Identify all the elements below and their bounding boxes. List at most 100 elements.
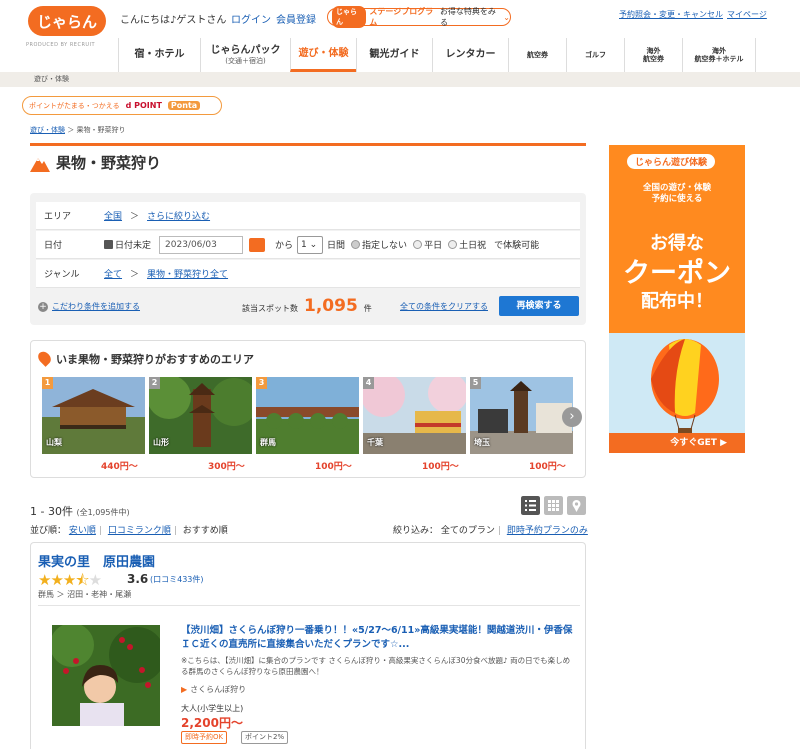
ad-headline-2: クーポン	[623, 258, 731, 289]
sort-recommended: おすすめ順	[182, 526, 228, 536]
plan-price: 2,200円〜	[181, 716, 243, 730]
ad-headline-3: 配布中！	[641, 291, 713, 312]
ad-logo: じゃらん遊び体験	[627, 154, 716, 169]
ponta-logo: Ponta	[167, 101, 201, 110]
area-card-gunma[interactable]: 3 群馬	[256, 377, 359, 454]
reservation-link[interactable]: 予約照会・変更・キャンセル	[619, 9, 723, 20]
nav-golf[interactable]: ゴルフ	[566, 38, 624, 72]
date-row: 日付 日付未定 2023/06/03 から 1 ⌄ 日間 指定しない 平日 土日…	[36, 231, 580, 259]
breadcrumb-current: 果物・野菜狩り	[76, 126, 126, 134]
list-view-icon[interactable]	[521, 496, 540, 515]
filter-options: 絞り込み： 全てのプラン | 即時予約プランのみ	[393, 526, 588, 536]
radio-none[interactable]	[351, 240, 361, 249]
area-card-yamagata[interactable]: 2 山形	[149, 377, 252, 454]
area-price: 100円〜	[422, 462, 459, 472]
area-all-link[interactable]: 全国	[104, 209, 122, 222]
logo-subtitle: PRODUCED BY RECRUIT	[26, 42, 96, 48]
ad-text: 全国の遊び・体験 予約に使える	[642, 183, 711, 205]
nav-sightseeing[interactable]: 観光ガイド	[356, 38, 432, 72]
result-count: 該当スポット数 1,095 件	[242, 296, 372, 316]
mypage-link[interactable]: マイページ	[727, 9, 767, 20]
coupon-ad-banner[interactable]: じゃらん遊び体験 全国の遊び・体験 予約に使える お得な クーポン 配布中！ 今す…	[609, 145, 745, 453]
area-price: 440円〜	[101, 462, 138, 472]
area-price: 300円〜	[208, 462, 245, 472]
login-link[interactable]: ログイン	[231, 11, 271, 26]
dpoint-logo: d POINT	[125, 101, 162, 110]
genre-all-link[interactable]: 全て	[104, 267, 122, 280]
instant-booking-tag: 即時予約OK	[181, 731, 228, 744]
add-condition-link[interactable]: + こだわり条件を追加する	[38, 301, 140, 312]
area-card-chiba[interactable]: 4 千葉	[363, 377, 466, 454]
date-input[interactable]: 2023/06/03	[159, 235, 244, 254]
review-count-link[interactable]: (口コミ433件)	[150, 574, 204, 585]
nav-overseas-air-hotel[interactable]: 海外 航空券＋ホテル	[682, 38, 756, 72]
plan-title-link[interactable]: 【渋川畑】さくらんぼ狩り一番乗り！！«5/27〜6/11»高級果実堪能！関越道渋…	[181, 624, 576, 652]
grid-view-icon[interactable]	[544, 496, 563, 515]
points-banner[interactable]: ポイントがたまる・つかえる d POINT Ponta	[22, 96, 222, 115]
points-tag: ポイント2%	[241, 731, 289, 744]
clear-conditions-link[interactable]: 全ての条件をクリアする	[400, 301, 488, 312]
genre-value-link[interactable]: 果物・野菜狩り全て	[147, 267, 228, 280]
days-select[interactable]: 1 ⌄	[297, 235, 324, 254]
calendar-icon[interactable]	[249, 237, 266, 252]
mountain-icon	[30, 157, 50, 172]
genre-row: ジャンル 全て ＞ 果物・野菜狩り全て	[36, 260, 580, 288]
location-pin-icon	[35, 349, 54, 367]
area-row: エリア 全国 ＞ さらに絞り込む	[36, 202, 580, 230]
filter-all: 全てのプラン	[440, 526, 495, 536]
nav-rental-car[interactable]: レンタカー	[432, 38, 508, 72]
breadcrumb: 遊び・体験 ＞ 果物・野菜狩り	[30, 126, 126, 134]
result-card: 果実の里 原田農園 ★★★⯪★ 3.6 (口コミ433件) 群馬 ＞ 沼田・老神…	[30, 542, 586, 749]
nav-air[interactable]: 航空券	[508, 38, 566, 72]
map-view-icon[interactable]	[567, 496, 586, 515]
plan-category: ▶ さくらんぼ狩り	[181, 685, 247, 694]
title-divider	[30, 143, 586, 146]
nav-jalan-pack[interactable]: じゃらんパック (交通＋宿泊)	[200, 38, 290, 72]
sort-reviews[interactable]: 口コミランク順	[108, 526, 171, 536]
chevron-down-icon: ⌄	[503, 12, 510, 22]
area-refine-link[interactable]: さらに絞り込む	[147, 209, 210, 222]
filter-instant[interactable]: 即時予約プランのみ	[507, 526, 588, 536]
recommended-areas: いま果物・野菜狩りがおすすめのエリア 1 山梨 2 山形 3 群馬 4 千葉 5…	[30, 340, 586, 478]
spot-name-link[interactable]: 果実の里 原田農園	[38, 551, 155, 570]
area-price: 100円〜	[315, 462, 352, 472]
stage-benefit-label: お得な特典をみる	[439, 7, 496, 27]
rating-value: 3.6	[127, 572, 149, 586]
nav-activities[interactable]: 遊び・体験	[290, 38, 356, 72]
nav-hotel[interactable]: 宿・ホテル	[118, 38, 200, 72]
ad-cta-button[interactable]: 今すぐGET ▶	[609, 433, 745, 453]
register-link[interactable]: 会員登録	[276, 11, 316, 26]
radio-weekday[interactable]	[413, 240, 423, 249]
plan-description: ※こちらは、【渋川畑】に集合のプランです さくらんぼ狩り・高級果実さくらんぼ30…	[181, 656, 571, 677]
sort-cheap[interactable]: 安い順	[69, 526, 96, 536]
area-price: 100円〜	[529, 462, 566, 472]
global-nav: 宿・ホテル じゃらんパック (交通＋宿泊) 遊び・体験 観光ガイド レンタカー 航…	[118, 38, 756, 72]
plan-photo[interactable]	[52, 625, 160, 726]
recommended-title: いま果物・野菜狩りがおすすめのエリア	[35, 349, 254, 367]
jalan-logo[interactable]: じゃらん	[28, 6, 106, 36]
research-button[interactable]: 再検索する	[499, 296, 579, 316]
triangle-right-icon: ▶	[181, 685, 188, 694]
spot-location: 群馬 ＞ 沼田・老神・尾瀬	[38, 590, 132, 599]
stage-program-label: ステージプログラム	[369, 7, 434, 27]
nav-overseas-air[interactable]: 海外 航空券	[624, 38, 682, 72]
adult-label: 大人(小学生以上)	[181, 704, 244, 713]
chevron-right-icon[interactable]: ›	[562, 407, 582, 427]
category-bar: 遊び・体験	[0, 72, 800, 87]
result-range: 1 - 30件 (全1,095件中)	[30, 505, 130, 518]
stage-logo: じゃらん	[332, 6, 367, 28]
breadcrumb-root[interactable]: 遊び・体験	[30, 126, 65, 134]
radio-holiday[interactable]	[448, 240, 458, 249]
date-unset-label: 日付未定	[115, 241, 152, 251]
search-panel: エリア 全国 ＞ さらに絞り込む 日付 日付未定 2023/06/03 から 1…	[30, 193, 586, 325]
sort-options: 並び順： 安い順 | 口コミランク順 | おすすめ順	[30, 526, 228, 536]
area-card-saitama[interactable]: 5 埼玉	[470, 377, 573, 454]
greeting-text: こんにちは♪ゲストさん	[120, 15, 227, 26]
cherry-picking-photo	[52, 625, 160, 726]
date-unset-checkbox[interactable]	[104, 240, 113, 249]
stage-program-button[interactable]: じゃらん ステージプログラム お得な特典をみる ⌄	[327, 6, 511, 28]
page-title: 果物・野菜狩り	[30, 152, 161, 173]
divider	[38, 605, 580, 606]
plus-icon: +	[38, 301, 48, 312]
area-card-yamanashi[interactable]: 1 山梨	[42, 377, 145, 454]
